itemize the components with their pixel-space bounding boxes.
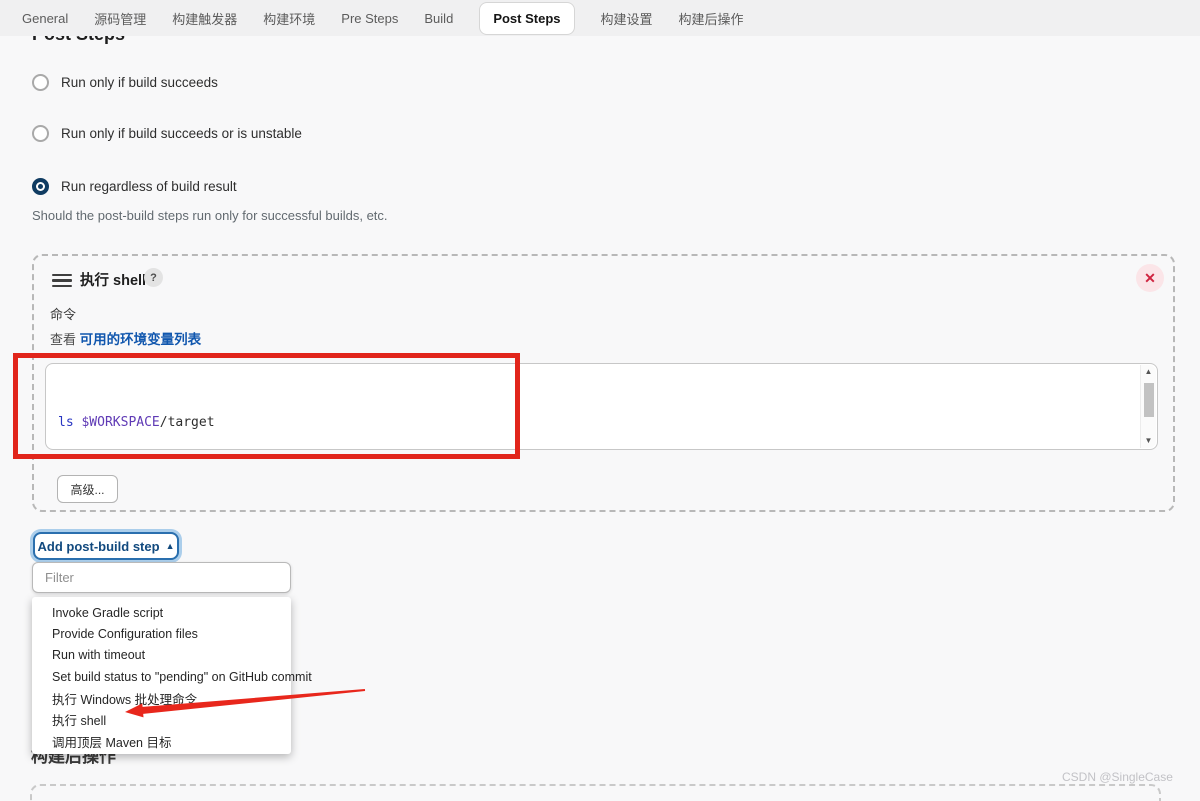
shell-command-code: ls $WORKSPACE/target cp $WORKSPACE/targe… (46, 364, 1140, 449)
command-label: 命令 (50, 304, 76, 323)
menu-item-windows-batch[interactable]: 执行 Windows 批处理命令 (32, 688, 291, 709)
scrollbar-thumb[interactable] (1144, 383, 1154, 417)
close-icon[interactable]: ✕ (1136, 264, 1164, 292)
menu-item-execute-shell[interactable]: 执行 shell (32, 709, 291, 730)
env-variables-link[interactable]: 可用的环境变量列表 (80, 332, 202, 347)
tab-post-steps[interactable]: Post Steps (479, 2, 574, 35)
radio-build-succeeds[interactable] (32, 74, 49, 91)
radio-regardless-selected[interactable] (32, 178, 49, 195)
env-variables-line: 查看 可用的环境变量列表 (50, 328, 201, 348)
tab-build[interactable]: Build (424, 11, 453, 26)
scroll-down-icon[interactable]: ▼ (1145, 436, 1153, 446)
tab-build-triggers[interactable]: 构建触发器 (172, 9, 237, 28)
add-post-build-step-button[interactable]: Add post-build step ▲ (33, 532, 179, 560)
tab-post-build-actions[interactable]: 构建后操作 (679, 9, 744, 28)
tab-build-environment[interactable]: 构建环境 (263, 9, 315, 28)
advanced-button[interactable]: 高级... (57, 475, 118, 503)
tab-build-settings[interactable]: 构建设置 (601, 9, 653, 28)
shell-step-title: 执行 shell (80, 269, 146, 290)
code-line: ls $WORKSPACE/target (58, 413, 1140, 434)
see-label: 查看 (50, 332, 80, 347)
tab-pre-steps[interactable]: Pre Steps (341, 11, 398, 26)
scroll-up-icon[interactable]: ▲ (1145, 367, 1153, 377)
help-icon[interactable]: ? (144, 268, 163, 287)
radio-row-regardless: Run regardless of build result (32, 178, 237, 195)
menu-item-invoke-gradle[interactable]: Invoke Gradle script (32, 602, 291, 623)
menu-item-provide-config-files[interactable]: Provide Configuration files (32, 623, 291, 644)
menu-item-set-build-status[interactable]: Set build status to "pending" on GitHub … (32, 666, 291, 687)
shell-command-textarea[interactable]: ls $WORKSPACE/target cp $WORKSPACE/targe… (45, 363, 1158, 450)
post-build-step-dropdown: Invoke Gradle script Provide Configurati… (32, 597, 291, 754)
radio-label: Run only if build succeeds or is unstabl… (61, 126, 302, 141)
radio-label: Run regardless of build result (61, 179, 237, 194)
config-tab-bar: General 源码管理 构建触发器 构建环境 Pre Steps Build … (0, 0, 1200, 36)
chevron-up-icon: ▲ (166, 541, 175, 551)
filter-box (32, 562, 291, 593)
shell-step-panel: 执行 shell ? ✕ 命令 查看 可用的环境变量列表 ls $WORKSPA… (32, 254, 1175, 512)
menu-item-top-level-maven[interactable]: 调用顶层 Maven 目标 (32, 730, 291, 751)
tab-general[interactable]: General (22, 11, 68, 26)
filter-input[interactable] (32, 562, 291, 593)
add-step-label: Add post-build step (38, 539, 160, 554)
radio-label: Run only if build succeeds (61, 75, 218, 90)
next-section-panel (30, 784, 1161, 801)
drag-handle-icon[interactable] (52, 274, 72, 287)
watermark: CSDN @SingleCase (1062, 770, 1173, 784)
jenkins-config-page: General 源码管理 构建触发器 构建环境 Pre Steps Build … (0, 0, 1200, 801)
radio-row-build-succeeds: Run only if build succeeds (32, 74, 218, 91)
radio-succeeds-or-unstable[interactable] (32, 125, 49, 142)
textarea-scrollbar[interactable]: ▲ ▼ (1140, 365, 1156, 448)
menu-item-run-with-timeout[interactable]: Run with timeout (32, 645, 291, 666)
post-steps-help-text: Should the post-build steps run only for… (32, 208, 388, 223)
tab-source-management[interactable]: 源码管理 (94, 9, 146, 28)
radio-row-succeeds-or-unstable: Run only if build succeeds or is unstabl… (32, 125, 302, 142)
